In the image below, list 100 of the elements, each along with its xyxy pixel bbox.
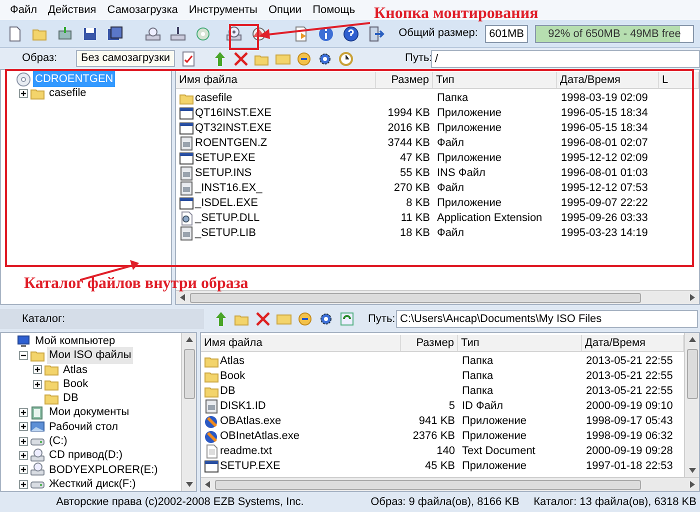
mount-drive-icon[interactable] [224,24,243,42]
file-name[interactable]: QT32INST.EXE [195,120,272,137]
expand-icon[interactable] [19,480,28,489]
file-date: 2013-05-21 22:55 [586,370,673,382]
tree-item[interactable]: CD привод(D:) [47,447,125,464]
file-date: 1996-08-01 01:03 [561,167,648,180]
file-size: 941 KB [418,415,455,428]
file-type: Приложение [462,460,527,472]
file-name[interactable]: SETUP.EXE [195,150,256,167]
file-type: Файл [437,137,464,150]
clock-icon[interactable] [337,50,356,68]
file-icon [179,136,194,151]
file-date: 1996-05-15 18:34 [561,107,648,120]
vertical-scrollbar[interactable] [181,333,196,491]
file-name[interactable]: _SETUP.DLL [195,210,260,227]
menu-item[interactable]: Опции [268,2,302,18]
expand-icon[interactable] [19,436,28,446]
path-label: Путь: [368,312,396,327]
tree-item[interactable]: Рабочий стол [47,418,120,436]
save-as-icon[interactable] [106,24,124,42]
scroll-thumb[interactable] [190,292,641,302]
scroll-down-icon[interactable] [186,481,192,488]
file-name[interactable]: QT16INST.EXE [195,105,272,122]
file-name[interactable]: Book [220,368,246,385]
expand-icon[interactable] [19,408,28,418]
scroll-up-icon[interactable] [688,336,696,343]
file-name[interactable]: readme.txt [220,443,272,460]
delete-icon[interactable] [232,50,250,68]
total-size-field: 601MB [484,24,528,42]
disc-icon[interactable] [194,24,212,42]
expand-icon[interactable] [19,465,28,474]
tree-item[interactable]: BODYEXPLORER(E:) [47,462,160,478]
scroll-right-icon[interactable] [689,481,696,488]
tree-item[interactable]: casefile [47,85,88,102]
file-type: Папка [462,385,494,398]
tree-item[interactable]: Book [61,376,90,392]
annotation-text: Кнопка монтирования [374,4,538,24]
file-size: 270 KB [394,182,430,194]
file-type: INS Файл [437,167,486,180]
file-name[interactable]: DB [220,383,236,400]
menu-item[interactable]: Файл [10,2,38,18]
horizontal-scrollbar[interactable] [201,477,699,491]
tree-item[interactable]: Мои документы [47,404,132,421]
file-name[interactable]: Atlas [220,353,244,370]
horizontal-scrollbar[interactable] [176,290,699,304]
file-name[interactable]: casefile [195,90,232,107]
column-header[interactable]: Размер [401,335,458,351]
scroll-right-icon[interactable] [689,294,696,301]
menu-item[interactable]: Самозагрузка [107,2,178,18]
expand-icon[interactable] [33,380,42,389]
path-field[interactable]: C:\Users\Ансар\Documents\My ISO Files [396,310,698,328]
scroll-left-icon[interactable] [179,294,186,301]
column-header[interactable]: Имя файла [176,72,376,88]
tree-item[interactable]: Мои ISO файлы [47,347,134,364]
exit-icon[interactable] [366,24,385,42]
file-name[interactable]: ROENTGEN.Z [195,135,268,152]
status-text: Каталог: 13 файла(ов), 6318 KB [532,494,698,510]
tree-item[interactable]: Мой компьютер [33,332,118,350]
file-name[interactable]: DISK1.ID [220,398,266,415]
file-name[interactable]: SETUP.INS [195,165,252,182]
tree-item[interactable]: Atlas [61,362,90,378]
file-name[interactable]: _INST16.EX_ [195,180,262,197]
tree-item[interactable]: Жесткий диск(F:) [47,476,138,492]
menu-item[interactable]: Помощь [312,2,356,18]
scroll-up-icon[interactable] [186,336,192,343]
expand-icon[interactable] [19,422,28,432]
boot-field[interactable]: Без самозагрузки [76,50,176,67]
scroll-thumb[interactable] [215,480,641,490]
vertical-scrollbar[interactable] [684,333,699,477]
column-header[interactable]: L [659,72,699,88]
collapse-icon[interactable] [19,350,28,360]
delete-icon[interactable] [254,310,272,328]
expand-icon[interactable] [19,451,28,460]
menu-item[interactable]: Действия [48,2,96,18]
scroll-left-icon[interactable] [204,481,211,488]
tree-item[interactable]: (C:) [47,432,70,450]
menu-item[interactable]: Инструменты [188,2,258,18]
file-name[interactable]: OBAtlas.exe [220,413,282,430]
file-size: 18 KB [400,227,430,240]
file-name[interactable]: OBInetAtlas.exe [220,428,300,445]
column-header[interactable]: Дата/Время [557,72,659,88]
file-type: Приложение [437,152,502,164]
expand-icon[interactable] [19,88,28,98]
file-name[interactable]: SETUP.EXE [220,458,280,475]
scroll-down-icon[interactable] [688,467,696,474]
window-icon [179,121,194,136]
expand-icon[interactable] [33,365,42,374]
path-field[interactable]: / [431,50,700,68]
column-header[interactable]: Размер [376,72,433,88]
file-size: 140 [436,445,455,458]
column-header[interactable]: Тип [458,335,582,351]
tree-item[interactable]: DB [61,390,80,407]
file-name[interactable]: _ISDEL.EXE [195,195,258,212]
column-header[interactable]: Имя файла [201,335,401,351]
scroll-thumb[interactable] [184,349,194,399]
help-icon[interactable] [342,24,360,42]
column-header[interactable]: Тип [433,72,557,88]
scroll-thumb[interactable] [686,349,698,399]
file-name[interactable]: _SETUP.LIB [195,225,256,242]
extract-icon[interactable] [56,24,74,42]
